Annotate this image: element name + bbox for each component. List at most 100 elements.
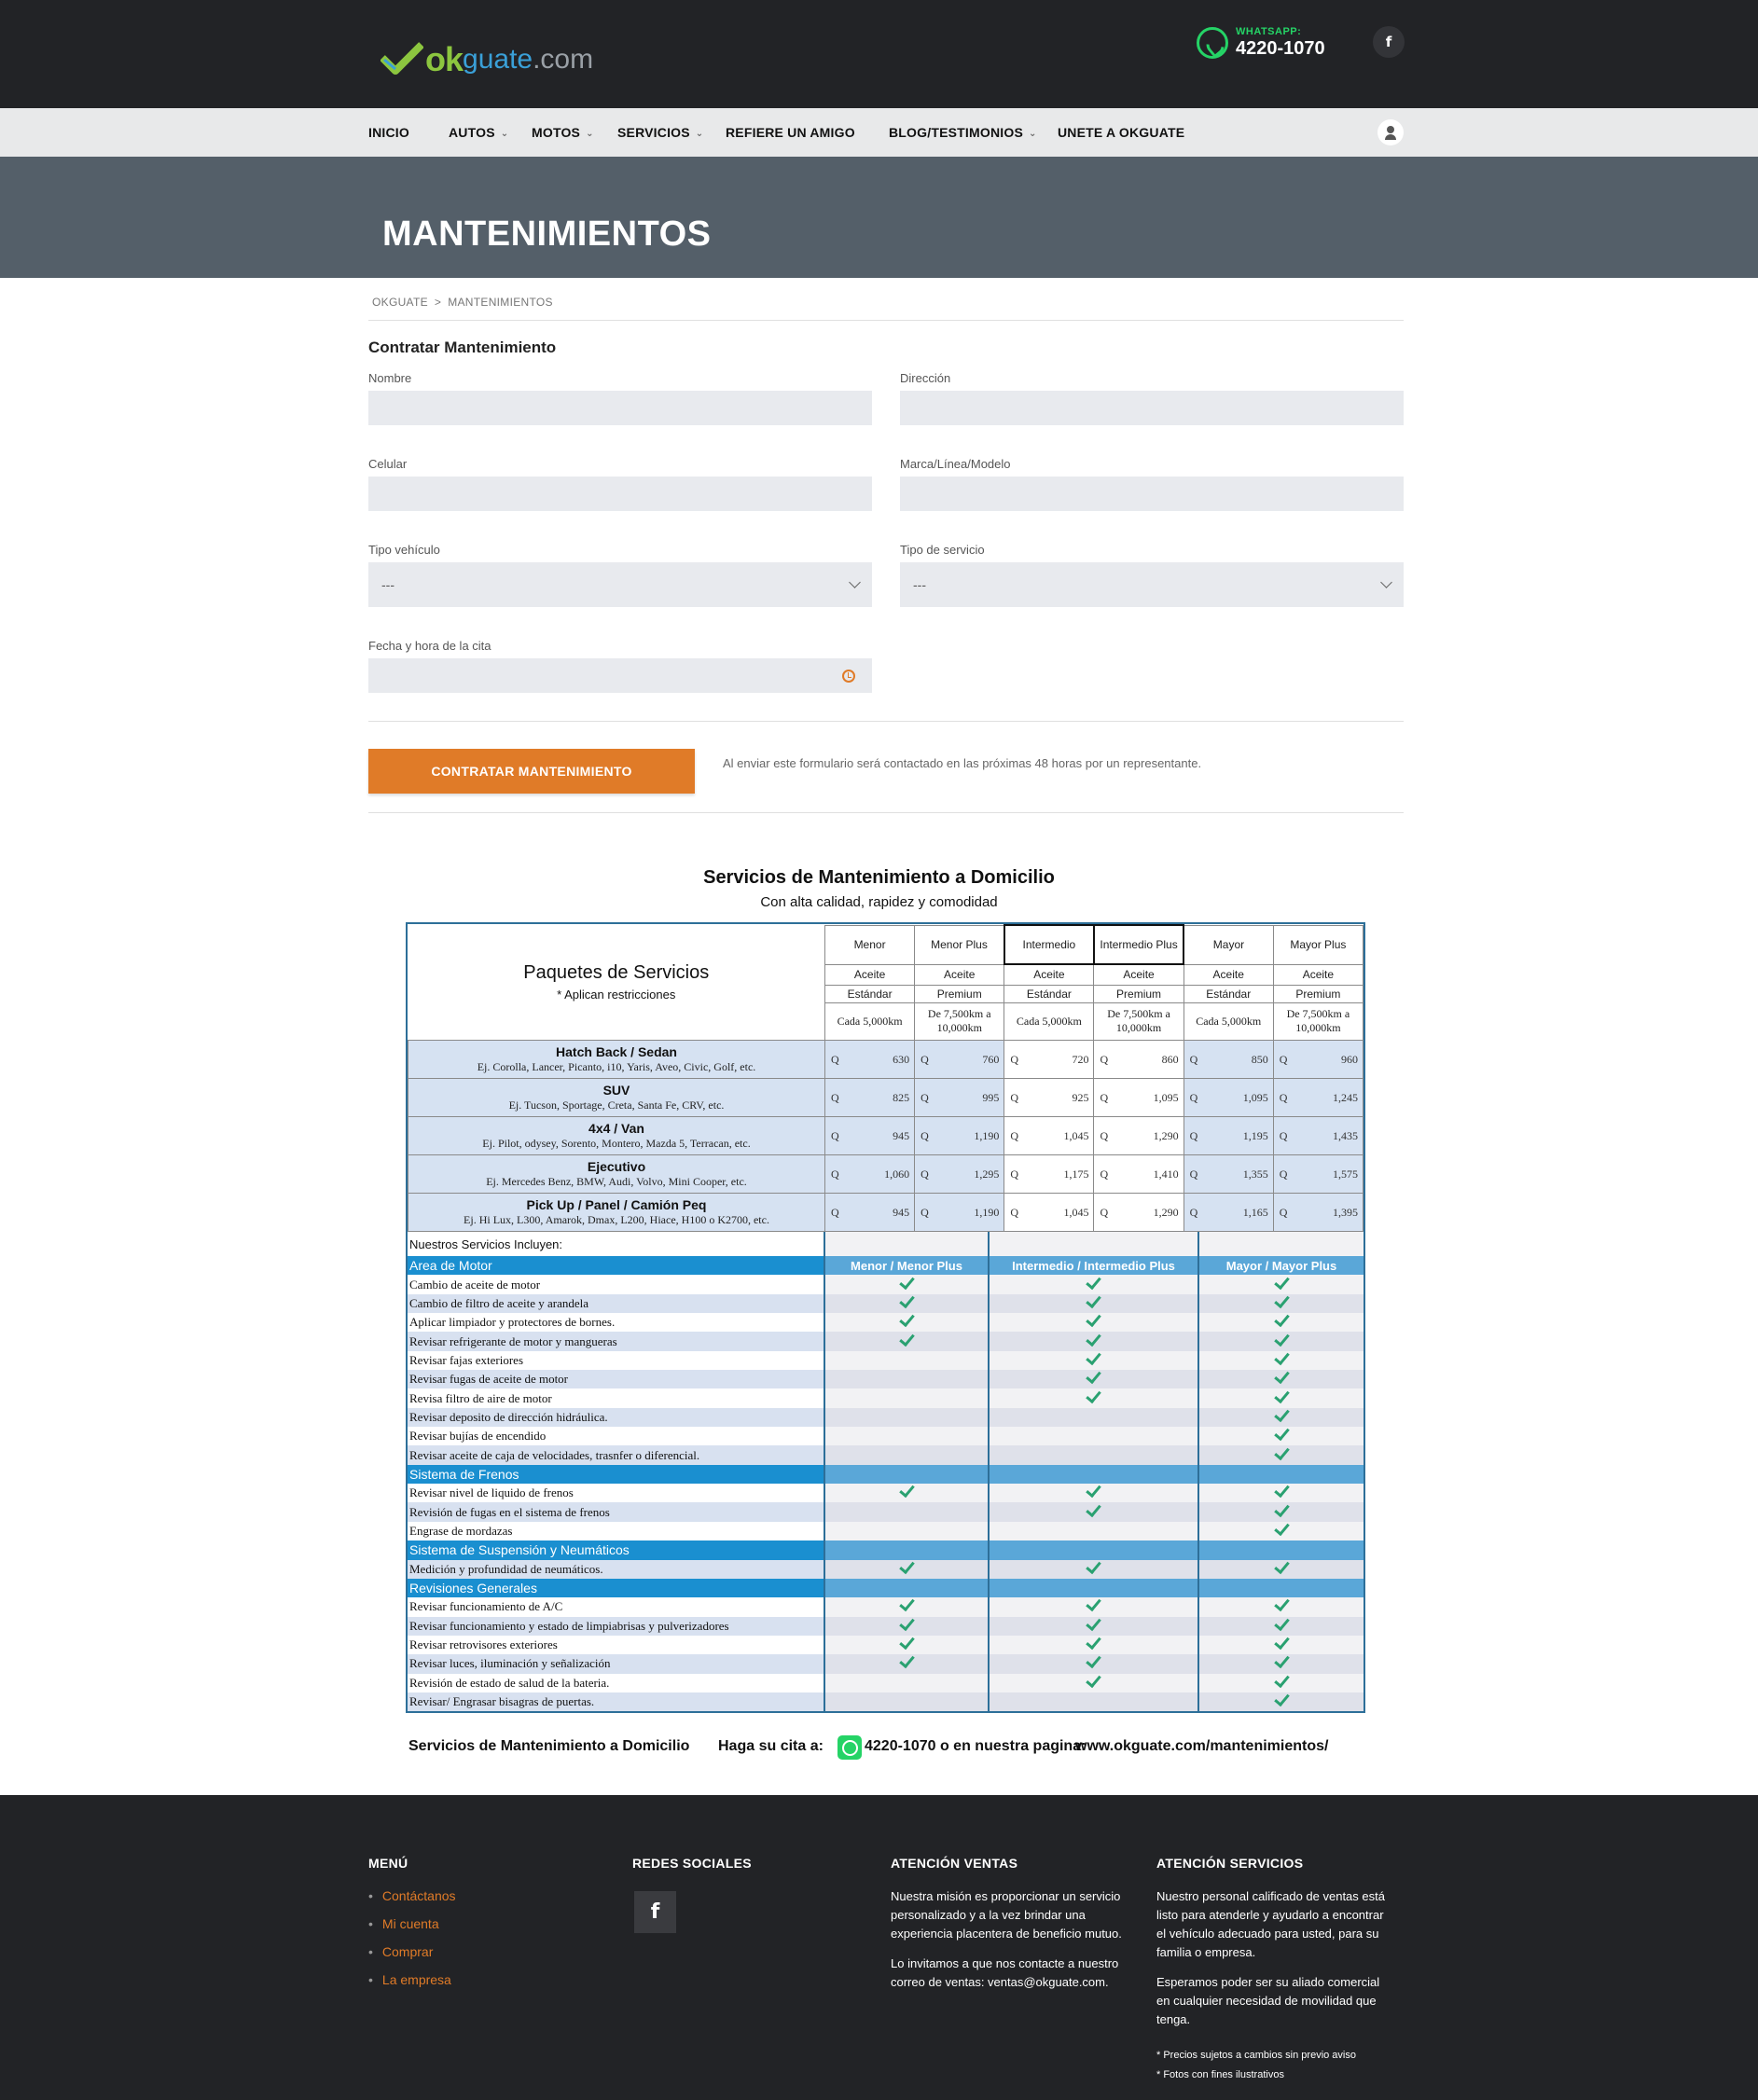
tipo-servicio-select[interactable]: --- [900,562,1404,607]
service-check-cell [824,1559,989,1579]
footer-servicios-p2: Esperamos poder ser su aliado comercial … [1156,1975,1380,2026]
breadcrumb-home[interactable]: OKGUATE [372,296,428,309]
price-table: Paquetes de Servicios * Aplican restricci… [406,922,1365,1234]
package-oil: Aceite [1004,963,1095,986]
whatsapp-contact[interactable]: WHATSAPP: 4220-1070 [1197,26,1325,60]
footer-note-photos: * Fotos con fines ilustrativos [1156,2069,1284,2080]
vehicle-cell: SUV Ej. Tucson, Sportage, Creta, Santa Fe… [408,1077,825,1117]
service-label: Revisar fugas de aceite de motor [408,1370,824,1389]
services-footer-phone: 4220-1070 o en nuestra pagina: [865,1738,1087,1754]
vehicle-examples: Ej. Tucson, Sportage, Creta, Santa Fe, C… [508,1098,725,1112]
footer-link-contactanos[interactable]: Contáctanos [368,1886,456,1914]
checkmark-icon [1273,1313,1290,1328]
price-cell: Q 1,045 [1004,1192,1095,1232]
breadcrumb: OKGUATE > MANTENIMIENTOS [372,296,553,309]
tipo-vehiculo-select[interactable]: --- [368,562,872,607]
price-cell: Q 1,290 [1093,1115,1184,1155]
nav-autos[interactable]: AUTOS ⌄ [449,108,508,157]
price-value: 995 [982,1090,1000,1104]
price-value: 720 [1072,1052,1089,1066]
checkmark-icon [898,1332,915,1347]
price-cell: Q 1,045 [1004,1115,1095,1155]
checkmark-icon [898,1293,915,1308]
price-cell: Q 1,355 [1183,1154,1274,1194]
footer-link-la-empresa[interactable]: La empresa [368,1970,456,1998]
service-row: Revisar luces, iluminación y señalizació… [408,1654,1363,1674]
checkmark-icon [1086,1616,1101,1631]
vehicle-row: Ejecutivo Ej. Mercedes Benz, BMW, Audi, V… [408,1154,1364,1194]
nav-unete[interactable]: UNETE A OKGUATE [1058,108,1184,157]
service-check-cell [824,1313,989,1333]
direccion-field[interactable] [900,391,1404,425]
chevron-down-icon: ⌄ [695,129,704,139]
marca-field[interactable] [900,477,1404,511]
checkmark-icon [1273,1350,1290,1366]
currency-symbol: Q [831,1090,839,1104]
contratar-button[interactable]: CONTRATAR MANTENIMIENTO [368,749,695,794]
price-value: 1,060 [884,1167,910,1181]
service-check-cell [988,1559,1198,1579]
service-check-cell [1197,1350,1363,1371]
submit-note: Al enviar este formulario será contactad… [723,756,1202,770]
facebook-icon[interactable]: f [1373,26,1405,58]
service-check-cell [988,1502,1198,1522]
celular-field[interactable] [368,477,872,511]
package-name: Intermedio Plus [1092,924,1185,965]
nav-refiere[interactable]: REFIERE UN AMIGO [726,108,855,157]
nav-inicio[interactable]: INICIO [368,108,409,157]
divider [368,320,1404,321]
user-icon[interactable] [1377,119,1404,145]
service-check-cell [824,1484,989,1503]
nombre-field[interactable] [368,391,872,425]
service-check-cell [988,1293,1198,1314]
nav-blog[interactable]: BLOG/TESTIMONIOS ⌄ [889,108,1037,157]
currency-symbol: Q [921,1167,929,1181]
facebook-icon[interactable]: f [634,1891,676,1933]
service-check-cell [824,1445,989,1465]
group-header: Mayor / Mayor Plus [1197,1256,1363,1276]
checkmark-icon [1086,1350,1101,1366]
service-row: Revisión de estado de salud de la bateri… [408,1673,1363,1692]
price-cell: Q 945 [824,1115,916,1155]
service-check-cell [824,1635,989,1655]
group-header [988,1540,1198,1560]
footer-ventas-text: Nuestra misión es proporcionar un servic… [891,1887,1124,2003]
tipo-servicio-value: --- [913,577,926,592]
checkmark-icon [1273,1635,1290,1651]
service-label: Engrase de mordazas [408,1521,824,1541]
nav-servicios[interactable]: SERVICIOS ⌄ [617,108,703,157]
service-check-cell [988,1597,1198,1617]
group-header [824,1578,989,1598]
footer-menu: Contáctanos Mi cuenta Comprar La empresa [368,1886,456,1998]
nav-motos[interactable]: MOTOS ⌄ [532,108,594,157]
checkmark-icon [1273,1692,1290,1707]
price-value: 1,045 [1063,1205,1089,1219]
service-check-cell [1197,1313,1363,1333]
site-logo[interactable]: ok guate .com [381,32,593,78]
marca-label: Marca/Línea/Modelo [900,457,1011,471]
package-interval: Cada 5,000km [1183,1002,1274,1041]
footer-link-mi-cuenta[interactable]: Mi cuenta [368,1914,456,1942]
clock-icon[interactable] [842,670,855,683]
currency-symbol: Q [831,1052,839,1066]
service-label: Revisión de estado de salud de la bateri… [408,1673,824,1692]
price-cell: Q 760 [914,1039,1005,1079]
section-title: Revisiones Generales [408,1578,824,1598]
package-oil: Aceite [1093,963,1184,986]
checkmark-icon [1273,1559,1290,1574]
currency-symbol: Q [1279,1052,1288,1066]
service-check-cell [988,1427,1198,1446]
package-oil: Aceite [1272,963,1364,986]
service-check-cell [1197,1407,1363,1428]
services-footer-link[interactable]: www.okguate.com/mantenimientos/ [1075,1738,1328,1755]
service-label: Revisar deposito de dirección hidráulica… [408,1407,824,1428]
service-check-cell [1197,1445,1363,1465]
price-value: 850 [1251,1052,1268,1066]
vehicle-cell: Ejecutivo Ej. Mercedes Benz, BMW, Audi, V… [408,1154,825,1194]
price-cell: Q 995 [914,1077,1005,1117]
service-label: Revisar funcionamiento de A/C [408,1597,824,1617]
whatsapp-icon [837,1735,862,1760]
footer-link-comprar[interactable]: Comprar [368,1942,456,1970]
fecha-field[interactable] [368,658,872,693]
checkmark-icon [1086,1275,1101,1290]
